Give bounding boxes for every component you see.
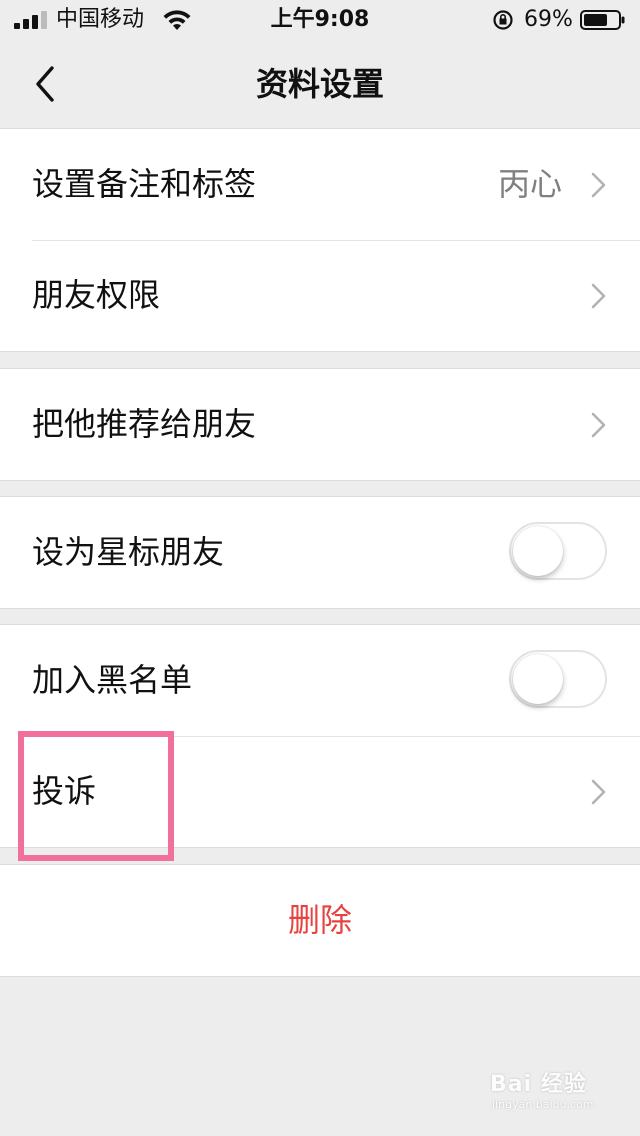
baidu-jingyan-watermark: Bai 经验 jingyan.baidu.com	[490, 1064, 620, 1124]
blacklist-toggle[interactable]	[509, 650, 607, 708]
blacklist-label: 加入黑名单	[32, 661, 193, 699]
battery-icon	[580, 10, 625, 30]
group-remark-permission: 设置备注和标签 丙心 朋友权限	[0, 128, 640, 352]
navigation-bar: 资料设置	[0, 40, 640, 128]
friend-permission-row[interactable]: 朋友权限	[0, 240, 640, 351]
star-friend-toggle[interactable]	[509, 522, 607, 580]
toggle-knob	[513, 526, 563, 576]
blacklist-row: 加入黑名单	[0, 625, 640, 736]
friend-permission-label: 朋友权限	[32, 276, 161, 314]
chevron-right-icon	[591, 779, 606, 805]
recommend-to-friend-label: 把他推荐给朋友	[32, 405, 257, 443]
remark-value: 丙心	[497, 165, 562, 203]
delete-button[interactable]: 删除	[0, 865, 640, 976]
star-friend-label: 设为星标朋友	[32, 533, 225, 571]
chevron-right-icon	[591, 172, 606, 198]
group-delete: 删除	[0, 864, 640, 977]
battery-percent: 69%	[524, 7, 573, 32]
recommend-to-friend-row[interactable]: 把他推荐给朋友	[0, 369, 640, 480]
star-friend-row: 设为星标朋友	[0, 497, 640, 608]
highlight-annotation-box	[18, 731, 174, 861]
remark-and-tags-label: 设置备注和标签	[32, 165, 257, 203]
group-star: 设为星标朋友	[0, 496, 640, 609]
page-title: 资料设置	[255, 65, 384, 103]
group-recommend: 把他推荐给朋友	[0, 368, 640, 481]
remark-and-tags-row[interactable]: 设置备注和标签 丙心	[0, 129, 640, 240]
chevron-right-icon	[591, 283, 606, 309]
orientation-lock-icon	[493, 10, 513, 30]
toggle-knob	[513, 654, 563, 704]
status-bar: 中国移动 上午9:08 69%	[0, 0, 640, 40]
watermark-text: Bai 经验	[490, 1072, 587, 1097]
watermark-subtext: jingyan.baidu.com	[492, 1098, 594, 1111]
delete-label: 删除	[287, 901, 352, 939]
chevron-right-icon	[591, 412, 606, 438]
